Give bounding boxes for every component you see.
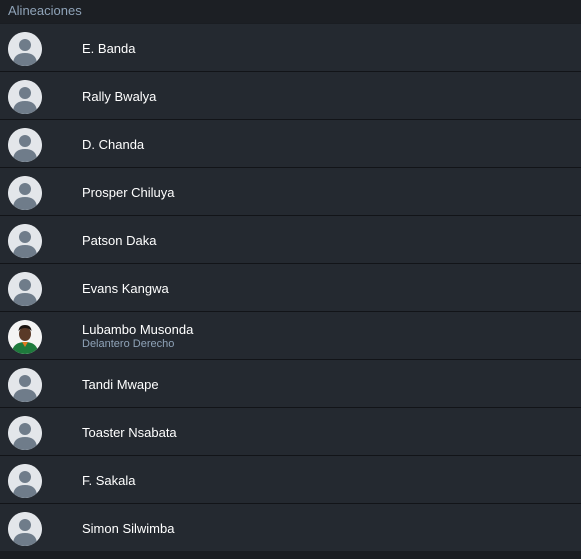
player-name[interactable]: Tandi Mwape (82, 377, 159, 392)
player-info: D. Chanda (82, 120, 144, 168)
player-info: Simon Silwimba (82, 504, 174, 552)
player-silhouette-icon (8, 368, 42, 402)
player-row[interactable]: F. Sakala (0, 455, 581, 503)
player-silhouette-icon (8, 176, 42, 210)
player-silhouette-icon (8, 128, 42, 162)
player-info: F. Sakala (82, 456, 135, 504)
player-row[interactable]: Prosper Chiluya (0, 167, 581, 215)
player-row[interactable]: Rally Bwalya (0, 71, 581, 119)
player-row[interactable]: E. Banda (0, 23, 581, 71)
player-name[interactable]: Toaster Nsabata (82, 425, 177, 440)
player-name[interactable]: D. Chanda (82, 137, 144, 152)
player-row[interactable]: Toaster Nsabata (0, 407, 581, 455)
player-row[interactable]: Patson Daka (0, 215, 581, 263)
player-silhouette-icon (8, 80, 42, 114)
player-silhouette-icon (8, 272, 42, 306)
player-info: Toaster Nsabata (82, 408, 177, 456)
player-row[interactable]: D. Chanda (0, 119, 581, 167)
player-name[interactable]: F. Sakala (82, 473, 135, 488)
player-photo (8, 320, 42, 354)
player-row[interactable]: Evans Kangwa (0, 263, 581, 311)
player-info: Evans Kangwa (82, 264, 169, 312)
player-row[interactable]: Tandi Mwape (0, 359, 581, 407)
player-silhouette-icon (8, 32, 42, 66)
player-name[interactable]: Simon Silwimba (82, 521, 174, 536)
player-row[interactable]: Simon Silwimba (0, 503, 581, 551)
player-info: Rally Bwalya (82, 72, 156, 120)
player-silhouette-icon (8, 512, 42, 546)
player-position: Delantero Derecho (82, 338, 175, 350)
player-name[interactable]: Lubambo Musonda (82, 322, 193, 337)
player-list: E. Banda Rally Bwalya D. Chanda Prosper Chi… (0, 23, 581, 551)
player-silhouette-icon (8, 416, 42, 450)
section-title: Alineaciones (0, 0, 581, 23)
player-name[interactable]: Rally Bwalya (82, 89, 156, 104)
player-info: Prosper Chiluya (82, 168, 175, 216)
player-info: Tandi Mwape (82, 360, 159, 408)
player-info: Lubambo Musonda Delantero Derecho (82, 312, 193, 360)
player-info: Patson Daka (82, 216, 156, 264)
player-silhouette-icon (8, 224, 42, 258)
player-name[interactable]: Patson Daka (82, 233, 156, 248)
player-name[interactable]: E. Banda (82, 41, 136, 56)
lineups-panel: Alineaciones E. Banda Rally Bwalya D. Chan… (0, 0, 581, 559)
player-name[interactable]: Prosper Chiluya (82, 185, 175, 200)
player-name[interactable]: Evans Kangwa (82, 281, 169, 296)
player-info: E. Banda (82, 24, 136, 72)
player-row[interactable]: Lubambo Musonda Delantero Derecho (0, 311, 581, 359)
player-silhouette-icon (8, 464, 42, 498)
